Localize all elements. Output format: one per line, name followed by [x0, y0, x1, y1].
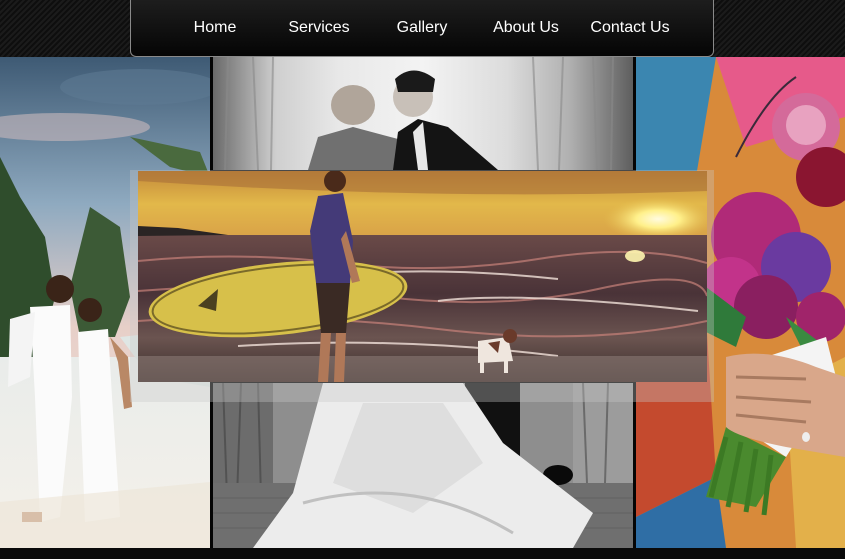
nav-item-gallery[interactable]: Gallery — [386, 0, 458, 56]
wedding-dress-bw-photo — [213, 383, 633, 548]
nav-item-about-us[interactable]: About Us — [486, 0, 566, 56]
nav-item-services-label: Services — [288, 19, 350, 36]
kissing-couple-bw-photo — [213, 57, 633, 170]
nav-item-home-label: Home — [193, 19, 237, 36]
footer-background — [0, 548, 845, 559]
nav-item-contact-us[interactable]: Contact Us — [586, 0, 674, 56]
surfer-sunset-photo[interactable] — [138, 171, 707, 382]
nav-item-contact-us-label: Contact Us — [590, 19, 670, 36]
nav-item-about-us-label: About Us — [493, 19, 559, 36]
nav-item-gallery-label: Gallery — [396, 19, 448, 36]
main-navigation: Home Services Gallery About Us Contact U… — [130, 0, 714, 57]
nav-item-home[interactable]: Home — [179, 0, 251, 56]
nav-item-services[interactable]: Services — [279, 0, 359, 56]
